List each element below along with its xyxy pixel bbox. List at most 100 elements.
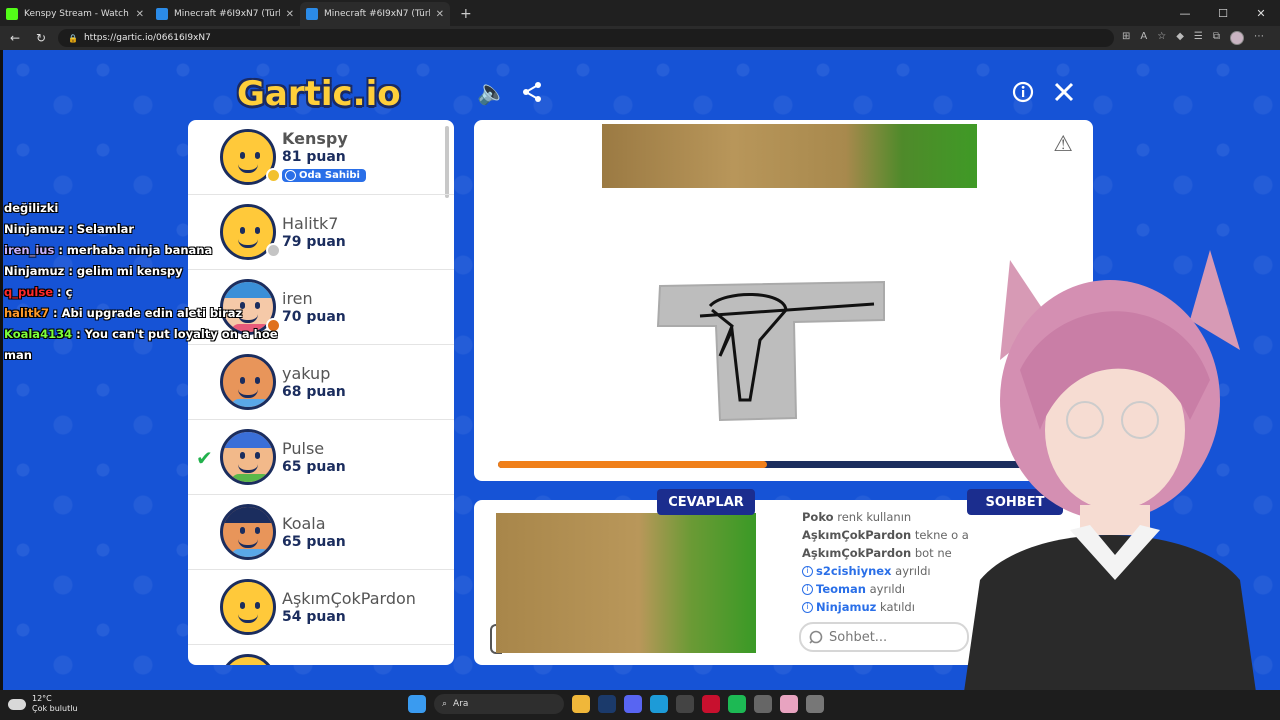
stream-chat-text: değilizki — [4, 201, 59, 215]
player-row[interactable] — [188, 645, 454, 665]
player-row[interactable]: Kenspy 81 puan Oda Sahibi — [188, 120, 454, 195]
chat-text: ayrıldı — [869, 582, 906, 596]
player-avatar — [220, 579, 276, 635]
browser-tab[interactable]: Minecraft #6I9xN7 (Türkçe) - Gartic ✕ — [150, 2, 300, 26]
player-points: 70 puan — [282, 308, 346, 325]
app-icon[interactable] — [780, 695, 798, 713]
info-small-icon: i — [802, 584, 813, 595]
weather-widget[interactable]: 12°C Çok bulutlu — [8, 694, 78, 714]
settings-icon[interactable] — [806, 695, 824, 713]
close-tab-icon[interactable]: ✕ — [436, 9, 444, 20]
more-menu-icon[interactable]: ⋯ — [1254, 31, 1264, 45]
player-name: Halitk7 — [282, 213, 339, 233]
info-small-icon: i — [802, 566, 813, 577]
maximize-icon[interactable]: ☐ — [1204, 0, 1242, 26]
player-status-dot — [266, 168, 281, 183]
stream-chat-text: : Abi upgrade edin aleti biraz — [48, 306, 243, 320]
chat-text: katıldı — [879, 600, 915, 614]
chat-user: AşkımÇokPardon — [802, 528, 912, 542]
stream-chat-user: Ninjamuz — [4, 222, 65, 236]
screen: Kenspy Stream - Watch Live on Ki ✕ Minec… — [0, 0, 1280, 720]
stream-chat-text: : Selamlar — [64, 222, 135, 236]
steam-icon[interactable] — [598, 695, 616, 713]
player-info: yakup 68 puan — [282, 364, 346, 401]
window-controls: — ☐ ✕ — [1166, 0, 1280, 26]
player-avatar — [220, 429, 276, 485]
minimize-icon[interactable]: — — [1166, 0, 1204, 26]
answers-tab[interactable]: CEVAPLAR — [657, 489, 755, 515]
player-info: Halitk7 79 puan — [282, 214, 346, 251]
discord-icon[interactable] — [624, 695, 642, 713]
chat-user: Poko — [802, 510, 834, 524]
cloud-icon — [8, 698, 26, 710]
search-label: Ara — [453, 699, 469, 709]
player-info: iren 70 puan — [282, 289, 346, 326]
spotify-icon[interactable] — [728, 695, 746, 713]
tab-title: Kenspy Stream - Watch Live on Ki — [24, 9, 130, 19]
address-bar[interactable]: 🔒 https://gartic.io/06616I9xN7 — [58, 29, 1114, 47]
favorites-icon[interactable]: ☰ — [1194, 31, 1203, 45]
stream-chat-line: Koala4134 : You can't put loyalty on a h… — [4, 324, 278, 345]
close-tab-icon[interactable]: ✕ — [136, 9, 144, 20]
player-info: Pulse 65 puan — [282, 439, 346, 476]
reload-icon[interactable]: ↻ — [32, 31, 50, 45]
player-row[interactable]: Koala 65 puan — [188, 495, 454, 570]
chat-text: ayrıldı — [895, 564, 931, 578]
close-window-icon[interactable]: ✕ — [1242, 0, 1280, 26]
temperature: 12°C — [32, 694, 52, 703]
stream-chat-line: değilizki — [4, 198, 254, 219]
file-explorer-icon[interactable] — [572, 695, 590, 713]
player-row[interactable]: ✔ Pulse 65 puan — [188, 420, 454, 495]
chatgpt-icon[interactable] — [676, 695, 694, 713]
stream-chat-user: Ninjamuz — [4, 264, 65, 278]
player-name: AşkımÇokPardon — [282, 588, 416, 608]
tab-title: Minecraft #6I9xN7 (Türkçe) - Gartic — [324, 9, 430, 19]
stream-chat-text: man — [4, 348, 32, 362]
player-row[interactable]: AşkımÇokPardon 54 puan — [188, 570, 454, 645]
tab-title: Minecraft #6I9xN7 (Türkçe) - Gartic — [174, 9, 280, 19]
player-points: 65 puan — [282, 458, 346, 475]
kick-favicon-icon — [6, 8, 18, 20]
app-icon[interactable] — [702, 695, 720, 713]
favorite-star-icon[interactable]: ☆ — [1157, 31, 1166, 45]
player-points: 65 puan — [282, 533, 346, 550]
new-tab-button[interactable]: + — [450, 2, 482, 26]
apps-icon[interactable]: ⊞ — [1122, 31, 1130, 45]
sound-icon[interactable]: 🔈 — [477, 78, 507, 106]
player-name: Pulse — [282, 438, 325, 458]
profile-avatar[interactable] — [1230, 31, 1244, 45]
room-owner-badge: Oda Sahibi — [282, 169, 366, 182]
vtuber-avatar — [960, 250, 1260, 720]
browser-tab[interactable]: Kenspy Stream - Watch Live on Ki ✕ — [0, 2, 150, 26]
back-icon[interactable]: ← — [6, 31, 24, 45]
share-icon[interactable] — [518, 78, 546, 106]
close-tab-icon[interactable]: ✕ — [286, 9, 294, 20]
stream-chat-line: man — [4, 345, 254, 366]
browser-tab-active[interactable]: Minecraft #6I9xN7 (Türkçe) - Gartic ✕ — [300, 2, 450, 26]
app-icon[interactable] — [754, 695, 772, 713]
close-game-icon[interactable] — [1050, 78, 1078, 106]
stream-chat-text: : You can't put loyalty on a hoe — [72, 327, 278, 341]
chat-user: AşkımÇokPardon — [802, 546, 912, 560]
player-name: Kenspy — [282, 129, 348, 148]
stream-chat-line: halitk7 : Abi upgrade edin aleti biraz — [4, 303, 254, 324]
round-progress-fill — [498, 461, 767, 468]
player-points: 79 puan — [282, 233, 346, 250]
info-icon[interactable] — [1009, 78, 1037, 106]
censored-webcam-region — [496, 513, 756, 653]
stream-chat-overlay: değilizki Ninjamuz : Selamlar iren_ius : m… — [4, 198, 278, 366]
url-text: https://gartic.io/06616I9xN7 — [83, 33, 211, 43]
stream-chat-user: q_pulse — [4, 285, 53, 299]
gartic-logo: Gartic.io — [237, 74, 401, 114]
extensions-icon[interactable]: ◆ — [1176, 31, 1184, 45]
taskbar-search[interactable]: ⌕ Ara — [434, 694, 564, 714]
stream-chat-line: q_pulse : ç — [4, 282, 254, 303]
player-name: iren — [282, 288, 313, 308]
read-aloud-icon[interactable]: A — [1140, 31, 1147, 45]
player-info: Kenspy 81 puan Oda Sahibi — [282, 129, 366, 185]
collections-icon[interactable]: ⧉ — [1213, 31, 1220, 45]
search-icon: ⌕ — [442, 699, 448, 709]
player-info: AşkımÇokPardon 54 puan — [282, 589, 416, 626]
windows-start-icon[interactable] — [408, 695, 426, 713]
edge-icon[interactable] — [650, 695, 668, 713]
